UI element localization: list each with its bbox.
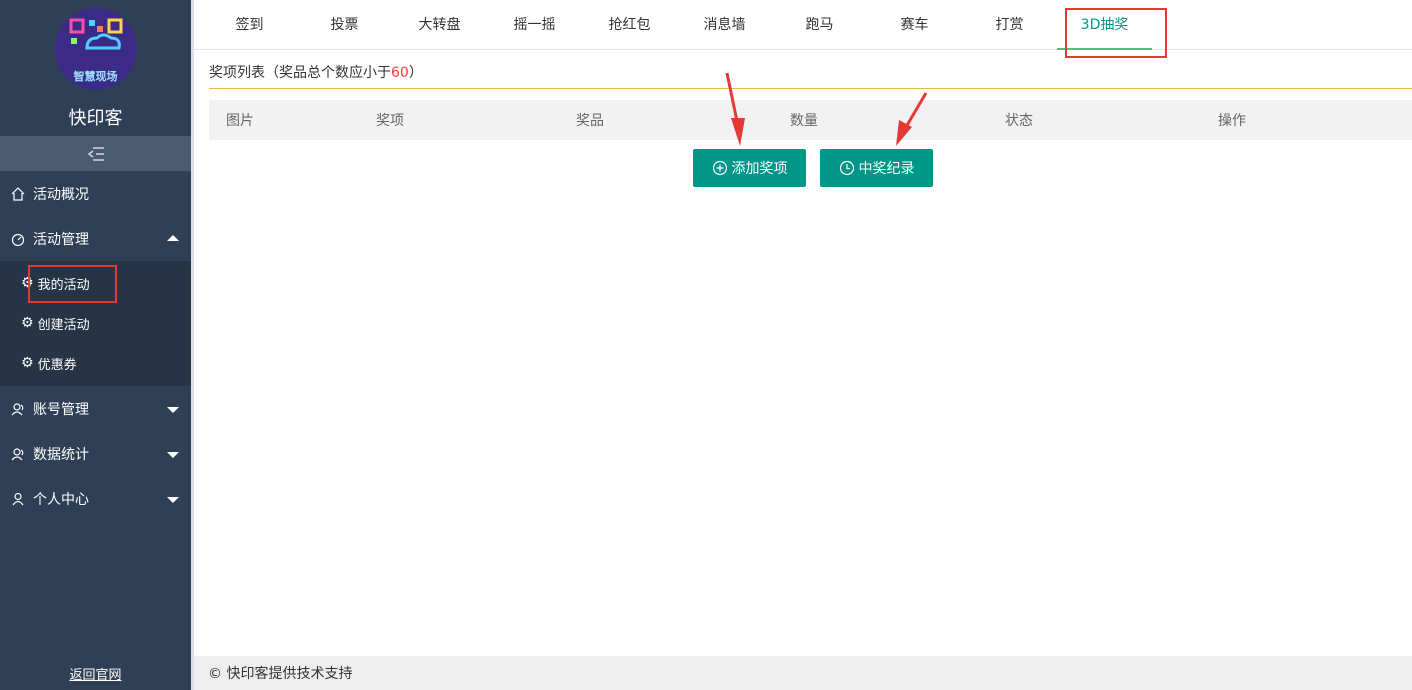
home-icon: [10, 186, 26, 202]
users-icon: [10, 446, 26, 462]
sidebar-item-label: 创建活动: [37, 317, 90, 333]
sidebar-item-coupons[interactable]: ⚙ 优惠券: [0, 343, 191, 383]
tab-shake[interactable]: 摇一摇: [487, 0, 582, 49]
caret-down-icon: [167, 451, 179, 458]
sidebar-item-label: 活动管理: [33, 231, 89, 248]
sidebar-item-account-management[interactable]: 账号管理: [0, 386, 191, 431]
tab-wheel[interactable]: 大转盘: [392, 0, 487, 49]
tab-checkin[interactable]: 签到: [202, 0, 297, 49]
sidebar-item-label: 数据统计: [33, 446, 89, 463]
back-to-website-link[interactable]: 返回官网: [0, 664, 191, 683]
caret-down-icon: [167, 406, 179, 413]
sidebar-menu: 活动概况 活动管理 ⚙ 我的活动 ⚙ 创建活动 ⚙ 优惠券 账号管理 数据统计 …: [0, 171, 191, 521]
gear-icon: ⚙: [21, 315, 34, 331]
prize-table-header: 图片 奖项 奖品 数量 状态 操作: [209, 100, 1412, 140]
sidebar-item-label: 个人中心: [33, 491, 89, 508]
collapse-icon: [87, 146, 104, 161]
tab-message-wall[interactable]: 消息墙: [677, 0, 772, 49]
sidebar-item-activity-management[interactable]: 活动管理: [0, 216, 191, 261]
sidebar-item-statistics[interactable]: 数据统计: [0, 431, 191, 476]
column-header-prize: 奖品: [576, 113, 604, 129]
add-prize-label: 添加奖项: [731, 161, 788, 177]
caret-down-icon: [167, 496, 179, 503]
winning-records-button[interactable]: 中奖纪录: [820, 149, 933, 187]
sidebar-item-label: 活动概况: [33, 186, 89, 203]
tab-tip[interactable]: 打赏: [962, 0, 1057, 49]
prize-limit-number: 60: [391, 65, 409, 81]
sidebar-item-personal-center[interactable]: 个人中心: [0, 476, 191, 521]
column-header-prize-level: 奖项: [376, 113, 404, 129]
winning-records-label: 中奖纪录: [858, 161, 915, 177]
clock-icon: [839, 160, 855, 176]
collapse-button[interactable]: [0, 136, 191, 171]
annotation-box-3d-tab: [1065, 8, 1167, 58]
users-icon: [10, 401, 26, 417]
footer: © 快印客提供技术支持: [194, 656, 1412, 690]
logo-text: 智慧现场: [73, 70, 118, 83]
column-header-actions: 操作: [1218, 113, 1246, 129]
column-header-image: 图片: [226, 113, 254, 129]
activity-tabs: 签到 投票 大转盘 摇一摇 抢红包 消息墙 跑马 赛车 打赏 3D抽奖: [194, 0, 1412, 50]
brand-name: 快印客: [68, 108, 123, 129]
title-divider: [209, 88, 1412, 89]
logo[interactable]: 智慧现场: [54, 8, 137, 90]
column-header-status: 状态: [1005, 113, 1033, 129]
main-content: 签到 投票 大转盘 摇一摇 抢红包 消息墙 跑马 赛车 打赏 3D抽奖 奖项列表…: [191, 0, 1412, 690]
annotation-box-my-activities: [28, 265, 117, 303]
sidebar: 智慧现场 快印客 活动概况 活动管理 ⚙ 我的活动 ⚙ 创建活动 ⚙ 优惠券 账…: [0, 0, 191, 690]
sidebar-item-label: 账号管理: [33, 401, 89, 418]
tab-red-packet[interactable]: 抢红包: [582, 0, 677, 49]
sidebar-item-create-activity[interactable]: ⚙ 创建活动: [0, 303, 191, 343]
prize-list-title: 奖项列表（奖品总个数应小于60）: [209, 62, 423, 82]
sidebar-item-label: 优惠券: [37, 357, 77, 373]
tab-horse-race[interactable]: 跑马: [772, 0, 867, 49]
qr-logo-icon: [69, 18, 122, 50]
logo-area: 智慧现场 快印客: [0, 0, 191, 136]
caret-up-icon: [167, 234, 179, 241]
tab-vote[interactable]: 投票: [297, 0, 392, 49]
title-suffix: ）: [408, 65, 423, 81]
dashboard-icon: [10, 231, 26, 247]
tab-car-race[interactable]: 赛车: [867, 0, 962, 49]
column-header-quantity: 数量: [790, 113, 818, 129]
sidebar-item-overview[interactable]: 活动概况: [0, 171, 191, 216]
add-prize-button[interactable]: 添加奖项: [693, 149, 806, 187]
user-icon: [10, 491, 26, 507]
title-prefix: 奖项列表（奖品总个数应小于: [209, 65, 391, 81]
gear-icon: ⚙: [21, 355, 34, 371]
plus-circle-icon: [712, 160, 728, 176]
